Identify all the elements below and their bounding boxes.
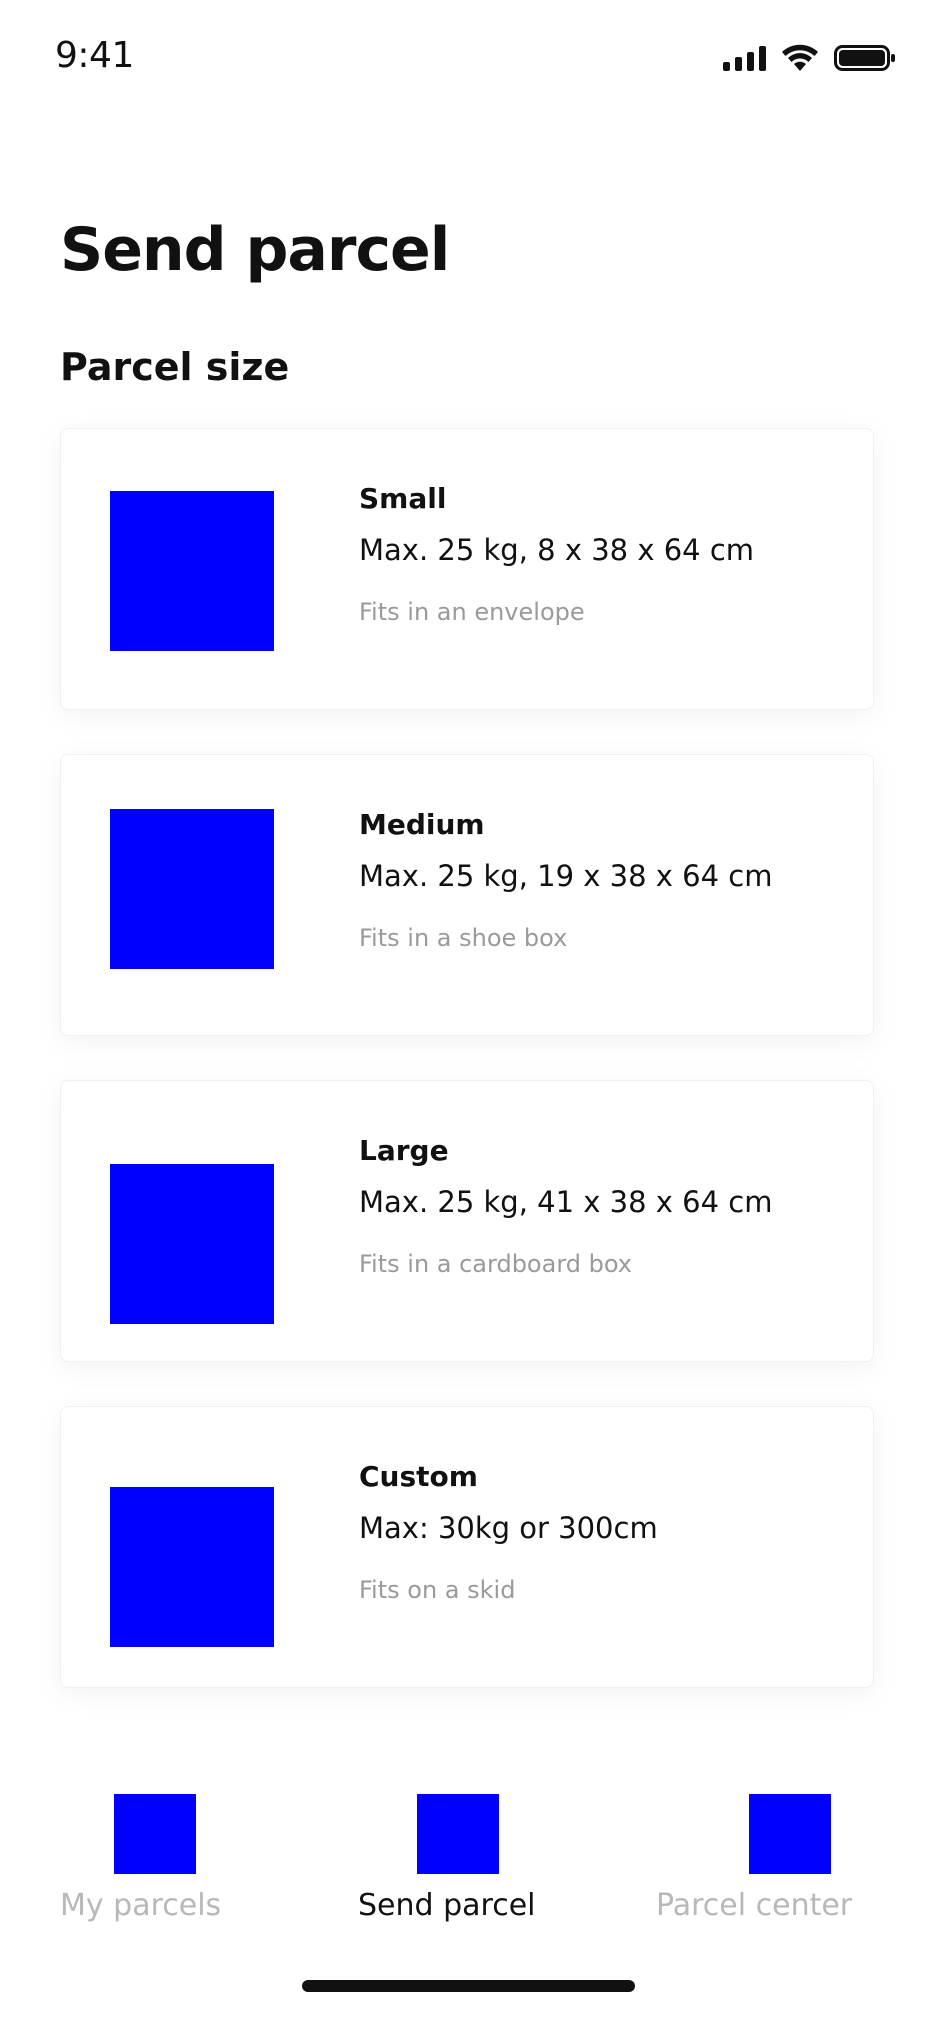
parcel-image [110, 809, 274, 969]
card-text: Small Max. 25 kg, 8 x 38 x 64 cm Fits in… [359, 481, 859, 627]
parcel-image [110, 1487, 274, 1647]
parcel-size-name: Medium [359, 808, 485, 841]
card-text: Medium Max. 25 kg, 19 x 38 x 64 cm Fits … [359, 807, 859, 953]
parcel-size-name: Large [359, 1134, 449, 1167]
battery-icon [834, 45, 895, 71]
parcel-size-note: Fits on a skid [359, 1576, 516, 1604]
nav-label: My parcels [60, 1888, 222, 1923]
section-title: Parcel size [60, 345, 290, 389]
cellular-signal-icon [723, 45, 766, 71]
card-text: Custom Max: 30kg or 300cm Fits on a skid [359, 1459, 859, 1605]
parcel-size-card-medium[interactable]: Medium Max. 25 kg, 19 x 38 x 64 cm Fits … [60, 754, 874, 1036]
status-icons [723, 40, 896, 76]
nav-label: Parcel center [656, 1888, 853, 1923]
parcel-size-note: Fits in a cardboard box [359, 1250, 633, 1278]
parcel-size-spec: Max: 30kg or 300cm [359, 1511, 658, 1545]
page-title: Send parcel [60, 215, 450, 285]
parcel-image [110, 1164, 274, 1324]
parcel-size-spec: Max. 25 kg, 41 x 38 x 64 cm [359, 1185, 773, 1219]
parcel-size-spec: Max. 25 kg, 8 x 38 x 64 cm [359, 533, 755, 567]
parcel-size-note: Fits in an envelope [359, 598, 585, 626]
wifi-icon [782, 44, 818, 71]
parcel-size-card-small[interactable]: Small Max. 25 kg, 8 x 38 x 64 cm Fits in… [60, 428, 874, 710]
status-bar: 9:41 [0, 0, 934, 110]
my-parcels-icon [114, 1794, 196, 1874]
nav-label: Send parcel [358, 1888, 536, 1923]
parcel-center-icon [749, 1794, 831, 1874]
status-time: 9:41 [55, 35, 134, 76]
parcel-size-card-large[interactable]: Large Max. 25 kg, 41 x 38 x 64 cm Fits i… [60, 1080, 874, 1362]
parcel-size-name: Custom [359, 1460, 478, 1493]
nav-item-my-parcels[interactable]: My parcels [58, 1794, 238, 1934]
nav-item-parcel-center[interactable]: Parcel center [654, 1794, 894, 1934]
card-text: Large Max. 25 kg, 41 x 38 x 64 cm Fits i… [359, 1133, 859, 1279]
nav-item-send-parcel[interactable]: Send parcel [356, 1794, 556, 1934]
parcel-size-name: Small [359, 482, 447, 515]
parcel-size-card-custom[interactable]: Custom Max: 30kg or 300cm Fits on a skid [60, 1406, 874, 1688]
bottom-nav: My parcels Send parcel Parcel center [0, 1780, 934, 1940]
home-indicator [302, 1980, 635, 1992]
send-parcel-icon [417, 1794, 499, 1874]
parcel-size-note: Fits in a shoe box [359, 924, 568, 952]
parcel-size-spec: Max. 25 kg, 19 x 38 x 64 cm [359, 859, 773, 893]
parcel-image [110, 491, 274, 651]
